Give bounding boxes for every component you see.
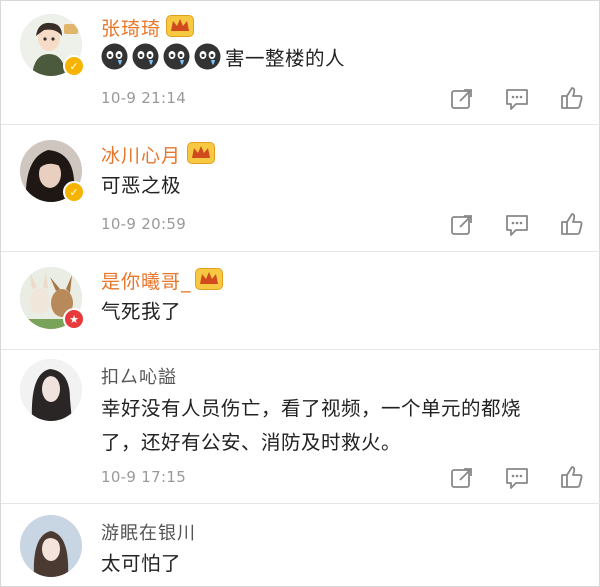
- like-icon[interactable]: [559, 211, 585, 237]
- share-icon[interactable]: [449, 465, 475, 491]
- divider: [1, 503, 600, 504]
- divider: [1, 124, 600, 125]
- reply-icon[interactable]: [504, 465, 530, 491]
- like-icon[interactable]: [559, 464, 585, 490]
- crying-face-icon: [194, 43, 221, 70]
- verified-badge-icon: ✓: [63, 55, 85, 77]
- verified-badge-icon: ★: [63, 308, 85, 330]
- comment-text: 害一整楼的人: [101, 41, 345, 76]
- crying-face-icon: [163, 43, 190, 70]
- vip-crown-icon: [187, 142, 215, 164]
- like-icon[interactable]: [559, 85, 585, 111]
- vip-crown-icon: [166, 15, 194, 37]
- timestamp: 10-9 21:14: [101, 89, 187, 107]
- timestamp: 10-9 20:59: [101, 215, 187, 233]
- share-icon[interactable]: [449, 86, 475, 112]
- comment-text-line: 了，还好有公安、消防及时救火。: [101, 431, 402, 454]
- crying-face-icon: [101, 43, 128, 70]
- avatar[interactable]: [20, 359, 82, 421]
- username[interactable]: 扣厶吣謚: [101, 363, 177, 389]
- comment-text: 可恶之极: [101, 174, 182, 197]
- divider: [1, 349, 600, 350]
- username[interactable]: 是你曦哥_: [101, 267, 192, 294]
- timestamp: 10-9 17:15: [101, 468, 187, 486]
- vip-crown-icon: [195, 268, 223, 290]
- comment-text: 太可怕了: [101, 552, 182, 575]
- divider: [1, 251, 600, 252]
- crying-face-icon: [132, 43, 159, 70]
- comment-text: 气死我了: [101, 300, 182, 323]
- verified-badge-icon: ✓: [63, 181, 85, 203]
- reply-icon[interactable]: [504, 86, 530, 112]
- username[interactable]: 冰川心月: [101, 141, 181, 168]
- username[interactable]: 张琦琦: [101, 14, 161, 41]
- comment-text-line: 幸好没有人员伤亡，看了视频，一个单元的都烧: [101, 397, 522, 420]
- username[interactable]: 游眠在银川: [101, 519, 196, 545]
- reply-icon[interactable]: [504, 212, 530, 238]
- comment-text-suffix: 害一整楼的人: [225, 47, 346, 70]
- avatar[interactable]: [20, 515, 82, 577]
- share-icon[interactable]: [449, 212, 475, 238]
- comment-list: ✓ 张琦琦 害一整楼的人 10-9 21:14 ✓ 冰川心月 可恶之极 10-9…: [0, 0, 600, 587]
